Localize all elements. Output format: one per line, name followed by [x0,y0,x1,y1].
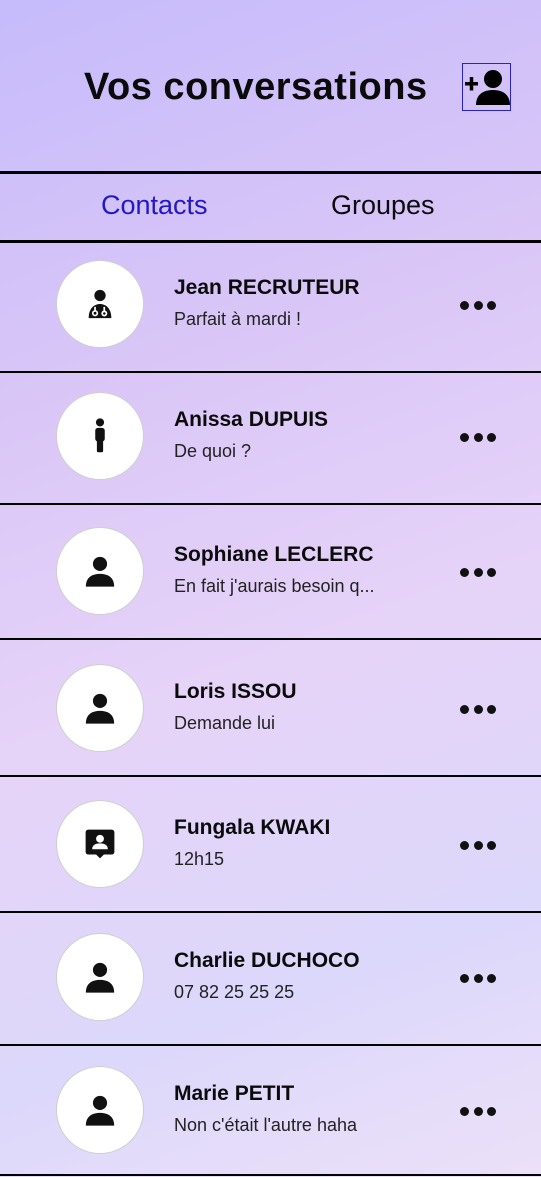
last-message: 07 82 25 25 25 [174,982,295,1002]
dot [460,300,469,310]
dot [460,432,469,442]
more-dots-icon[interactable] [460,838,496,852]
avatar [56,527,144,615]
last-message: Demande lui [174,713,276,733]
contact-name: Jean RECRUTEUR [174,276,360,299]
dot [487,567,496,577]
dot [460,840,469,850]
conversation-list: Jean RECRUTEUR Parfait à mardi ! Anissa DU… [0,240,541,1176]
conversation-item[interactable]: Anissa DUPUIS De quoi ? [0,373,541,505]
dot [460,1106,469,1116]
dot [473,432,483,442]
dot [487,1106,496,1116]
person-add-icon [464,70,510,105]
dot [487,432,496,442]
contact-name: Loris ISSOU [174,680,297,703]
tab-groups[interactable]: Groupes [331,190,435,221]
contact-name: Marie PETIT [174,1082,295,1105]
tab-bar: Contacts Groupes [0,171,541,243]
dot [473,704,483,714]
last-message: Parfait à mardi ! [174,309,302,329]
avatar [56,664,144,752]
more-dots-icon[interactable] [460,702,496,716]
avatar [56,933,144,1021]
dot [487,973,496,983]
dot [473,840,483,850]
avatar [56,1066,144,1154]
conversation-item[interactable]: Marie PETIT Non c'était l'autre haha [0,1046,541,1176]
conversation-item[interactable]: Loris ISSOU Demande lui [0,640,541,777]
last-message: 12h15 [174,849,225,869]
more-dots-icon[interactable] [460,430,496,444]
page-title: Vos conversations [84,66,428,108]
person-icon [83,691,117,725]
conversation-item[interactable]: Charlie DUCHOCO 07 82 25 25 25 [0,913,541,1046]
last-message: De quoi ? [174,441,252,461]
standing-person-icon [83,417,117,455]
conversation-item[interactable]: Fungala KWAKI 12h15 [0,777,541,913]
dot [460,704,469,714]
dot [487,840,496,850]
dot [473,1106,483,1116]
add-contact-button[interactable] [462,63,511,111]
contact-name: Anissa DUPUIS [174,408,329,431]
contact-name: Charlie DUCHOCO [174,949,360,972]
contact-name: Fungala KWAKI [174,816,331,839]
more-dots-icon[interactable] [460,565,496,579]
avatar [56,800,144,888]
more-dots-icon[interactable] [460,1104,496,1118]
person-icon [83,554,117,588]
person-icon [83,960,117,994]
conversation-item[interactable]: Jean RECRUTEUR Parfait à mardi ! [0,240,541,373]
last-message: Non c'était l'autre haha [174,1115,357,1135]
header: Vos conversations [0,0,541,172]
tab-contacts[interactable]: Contacts [101,190,208,221]
dot [473,300,483,310]
dot [487,300,496,310]
contact-name: Sophiane LECLERC [174,543,374,566]
dot [473,973,483,983]
dot [487,704,496,714]
dot [460,567,469,577]
dot [473,567,483,577]
avatar [56,392,144,480]
contact-card-icon [84,827,116,861]
dot [460,973,469,983]
last-message: En fait j'aurais besoin q... [174,576,375,596]
conversation-item[interactable]: Sophiane LECLERC En fait j'aurais besoin … [0,505,541,640]
person-icon [83,1093,117,1127]
doctor-icon [83,287,117,321]
more-dots-icon[interactable] [460,971,496,985]
avatar [56,260,144,348]
more-dots-icon[interactable] [460,298,496,312]
